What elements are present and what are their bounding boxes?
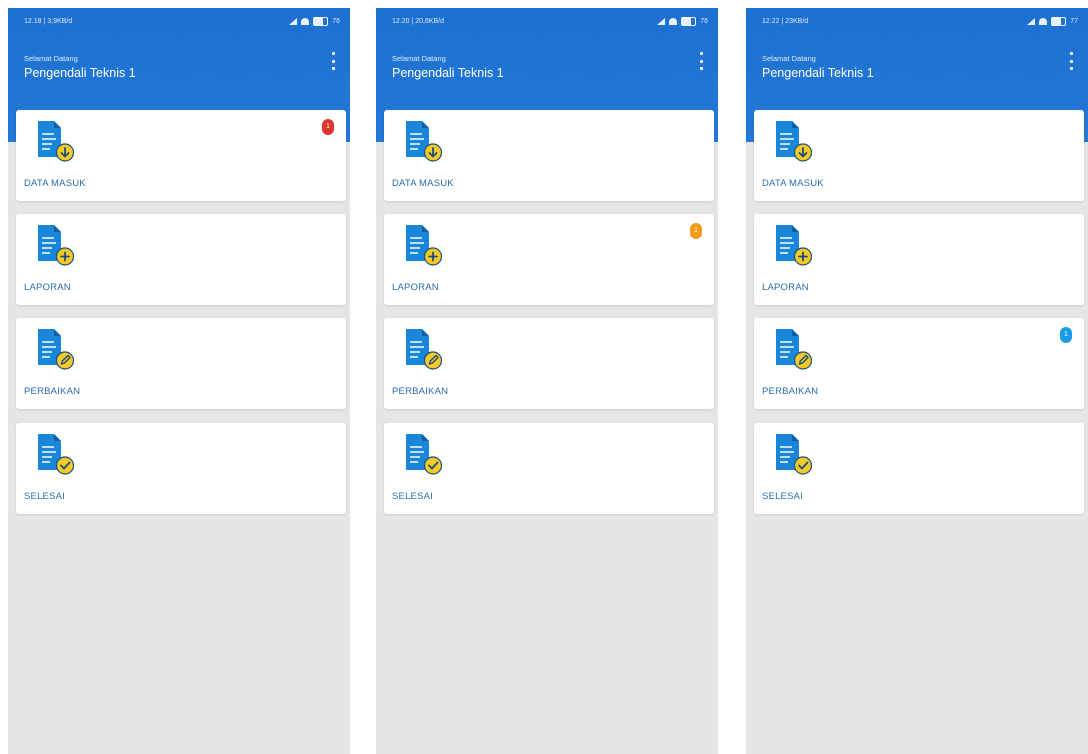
menu-card-label: DATA MASUK xyxy=(24,178,86,189)
battery-icon xyxy=(681,16,697,26)
greeting-text: Selamat Datang xyxy=(24,54,78,63)
wifi-icon xyxy=(301,17,310,25)
status-time: 12.22 | 23KB/d xyxy=(762,17,809,25)
notification-badge: 1 xyxy=(322,119,334,135)
menu-card-data-masuk[interactable]: DATA MASUK xyxy=(384,110,714,201)
menu-card-label: DATA MASUK xyxy=(762,178,824,189)
battery-icon xyxy=(1051,16,1067,26)
menu-card-perbaikan[interactable]: PERBAIKAN 1 xyxy=(754,318,1084,409)
more-vert-icon[interactable] xyxy=(330,52,336,70)
wifi-icon xyxy=(1039,17,1048,25)
status-icons: 76 xyxy=(657,16,708,26)
menu-card-selesai[interactable]: SELESAI xyxy=(384,423,714,514)
battery-level: 76 xyxy=(700,17,708,25)
menu-card-label: LAPORAN xyxy=(762,282,809,293)
phone-screen-1: 12.18 | 3,9KB/d 76 Selamat Datang Pengend… xyxy=(8,8,350,754)
phone-screen-3: 12.22 | 23KB/d 77 Selamat Datang Pengenda… xyxy=(746,8,1088,754)
page-title: Pengendali Teknis 1 xyxy=(762,66,874,80)
battery-icon xyxy=(313,16,329,26)
document-add-icon xyxy=(34,223,75,267)
status-bar: 12.22 | 23KB/d 77 xyxy=(762,14,1078,28)
menu-card-data-masuk[interactable]: DATA MASUK 1 xyxy=(16,110,346,201)
menu-card-label: SELESAI xyxy=(762,491,804,502)
battery-level: 76 xyxy=(332,17,340,25)
menu-card-label: PERBAIKAN xyxy=(24,386,81,397)
document-download-icon xyxy=(34,119,75,163)
status-icons: 77 xyxy=(1027,16,1078,26)
notification-badge: 1 xyxy=(690,223,702,239)
document-check-icon xyxy=(772,432,813,476)
menu-card-laporan[interactable]: LAPORAN xyxy=(16,214,346,305)
status-icons: 76 xyxy=(289,16,340,26)
menu-card-selesai[interactable]: SELESAI xyxy=(754,423,1084,514)
status-time: 12.20 | 20,6KB/d xyxy=(392,17,445,25)
menu-card-label: LAPORAN xyxy=(392,282,439,293)
page-title: Pengendali Teknis 1 xyxy=(392,66,504,80)
more-vert-icon[interactable] xyxy=(698,52,704,70)
wifi-icon xyxy=(669,17,678,25)
menu-card-label: LAPORAN xyxy=(24,282,71,293)
menu-card-data-masuk[interactable]: DATA MASUK xyxy=(754,110,1084,201)
battery-level: 77 xyxy=(1070,17,1078,25)
menu-card-laporan[interactable]: LAPORAN xyxy=(754,214,1084,305)
menu-card-selesai[interactable]: SELESAI xyxy=(16,423,346,514)
document-edit-icon xyxy=(34,327,75,371)
menu-card-label: PERBAIKAN xyxy=(762,386,819,397)
document-edit-icon xyxy=(772,327,813,371)
document-add-icon xyxy=(402,223,443,267)
status-time: 12.18 | 3,9KB/d xyxy=(24,17,73,25)
status-bar: 12.18 | 3,9KB/d 76 xyxy=(24,14,340,28)
more-vert-icon[interactable] xyxy=(1068,52,1074,70)
signal-icon xyxy=(657,17,666,25)
document-download-icon xyxy=(772,119,813,163)
signal-icon xyxy=(289,17,298,25)
document-download-icon xyxy=(402,119,443,163)
phone-screen-2: 12.20 | 20,6KB/d 76 Selamat Datang Pengen… xyxy=(376,8,718,754)
status-bar: 12.20 | 20,6KB/d 76 xyxy=(392,14,708,28)
document-check-icon xyxy=(34,432,75,476)
document-check-icon xyxy=(402,432,443,476)
menu-card-laporan[interactable]: LAPORAN 1 xyxy=(384,214,714,305)
notification-badge: 1 xyxy=(1060,327,1072,343)
menu-card-perbaikan[interactable]: PERBAIKAN xyxy=(384,318,714,409)
greeting-text: Selamat Datang xyxy=(392,54,446,63)
menu-card-label: PERBAIKAN xyxy=(392,386,449,397)
signal-icon xyxy=(1027,17,1036,25)
greeting-text: Selamat Datang xyxy=(762,54,816,63)
document-edit-icon xyxy=(402,327,443,371)
menu-card-label: SELESAI xyxy=(24,491,66,502)
menu-card-label: SELESAI xyxy=(392,491,434,502)
menu-card-label: DATA MASUK xyxy=(392,178,454,189)
menu-card-perbaikan[interactable]: PERBAIKAN xyxy=(16,318,346,409)
document-add-icon xyxy=(772,223,813,267)
page-title: Pengendali Teknis 1 xyxy=(24,66,136,80)
screenshot-stage: 12.18 | 3,9KB/d 76 Selamat Datang Pengend… xyxy=(0,0,1088,754)
